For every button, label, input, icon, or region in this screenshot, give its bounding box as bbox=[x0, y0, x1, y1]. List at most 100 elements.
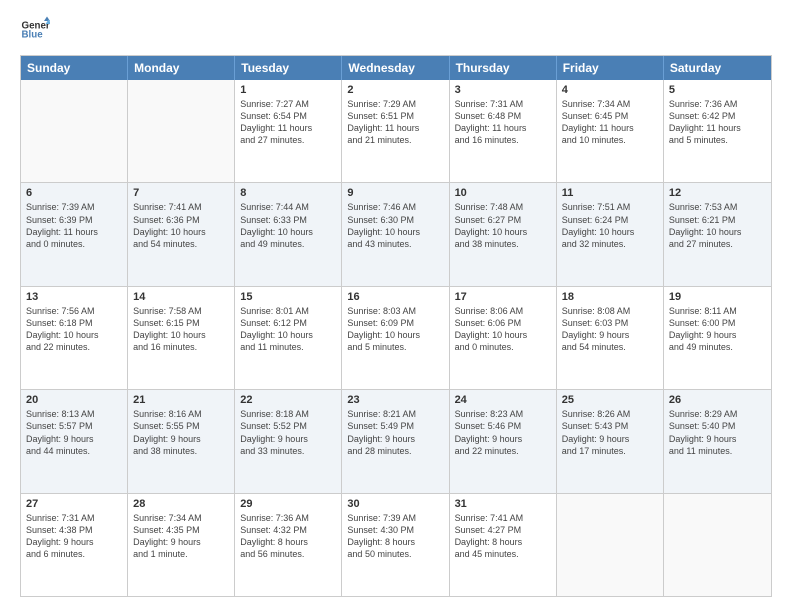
cell-line: Daylight: 10 hours bbox=[562, 226, 658, 238]
day-number: 28 bbox=[133, 498, 229, 510]
cell-line: Sunrise: 7:44 AM bbox=[240, 201, 336, 213]
day-number: 17 bbox=[455, 291, 551, 303]
calendar-cell: 29Sunrise: 7:36 AMSunset: 4:32 PMDayligh… bbox=[235, 494, 342, 596]
cell-line: Daylight: 9 hours bbox=[26, 536, 122, 548]
cell-line: Sunrise: 8:01 AM bbox=[240, 305, 336, 317]
cell-line: Sunrise: 7:39 AM bbox=[347, 512, 443, 524]
calendar-cell: 6Sunrise: 7:39 AMSunset: 6:39 PMDaylight… bbox=[21, 183, 128, 285]
cell-line: and 22 minutes. bbox=[26, 341, 122, 353]
day-number: 18 bbox=[562, 291, 658, 303]
logo-icon: General Blue bbox=[20, 15, 50, 45]
cell-line: Sunset: 6:39 PM bbox=[26, 214, 122, 226]
cell-line: Daylight: 9 hours bbox=[669, 433, 766, 445]
cell-line: Sunset: 6:48 PM bbox=[455, 110, 551, 122]
header-cell-saturday: Saturday bbox=[664, 56, 771, 80]
cell-line: and 5 minutes. bbox=[669, 134, 766, 146]
cell-line: Sunset: 4:30 PM bbox=[347, 524, 443, 536]
cell-line: and 1 minute. bbox=[133, 548, 229, 560]
cell-line: Sunrise: 8:03 AM bbox=[347, 305, 443, 317]
cell-line: Daylight: 9 hours bbox=[133, 536, 229, 548]
cell-line: Sunrise: 7:39 AM bbox=[26, 201, 122, 213]
cell-line: Sunrise: 7:34 AM bbox=[133, 512, 229, 524]
cell-line: Daylight: 9 hours bbox=[133, 433, 229, 445]
cell-line: and 11 minutes. bbox=[669, 445, 766, 457]
calendar-cell: 28Sunrise: 7:34 AMSunset: 4:35 PMDayligh… bbox=[128, 494, 235, 596]
cell-line: Sunset: 6:09 PM bbox=[347, 317, 443, 329]
calendar-cell: 25Sunrise: 8:26 AMSunset: 5:43 PMDayligh… bbox=[557, 390, 664, 492]
calendar-cell: 30Sunrise: 7:39 AMSunset: 4:30 PMDayligh… bbox=[342, 494, 449, 596]
cell-line: Daylight: 11 hours bbox=[562, 122, 658, 134]
calendar-cell: 3Sunrise: 7:31 AMSunset: 6:48 PMDaylight… bbox=[450, 80, 557, 182]
cell-line: Sunrise: 8:16 AM bbox=[133, 408, 229, 420]
calendar-cell: 12Sunrise: 7:53 AMSunset: 6:21 PMDayligh… bbox=[664, 183, 771, 285]
calendar-cell: 10Sunrise: 7:48 AMSunset: 6:27 PMDayligh… bbox=[450, 183, 557, 285]
cell-line: Sunset: 5:40 PM bbox=[669, 420, 766, 432]
cell-line: Sunrise: 7:36 AM bbox=[669, 98, 766, 110]
cell-line: Sunset: 6:18 PM bbox=[26, 317, 122, 329]
cell-line: Daylight: 9 hours bbox=[26, 433, 122, 445]
cell-line: and 49 minutes. bbox=[669, 341, 766, 353]
calendar-cell: 9Sunrise: 7:46 AMSunset: 6:30 PMDaylight… bbox=[342, 183, 449, 285]
day-number: 30 bbox=[347, 498, 443, 510]
day-number: 13 bbox=[26, 291, 122, 303]
day-number: 11 bbox=[562, 187, 658, 199]
cell-line: and 56 minutes. bbox=[240, 548, 336, 560]
day-number: 3 bbox=[455, 84, 551, 96]
calendar-cell: 27Sunrise: 7:31 AMSunset: 4:38 PMDayligh… bbox=[21, 494, 128, 596]
header-cell-wednesday: Wednesday bbox=[342, 56, 449, 80]
cell-line: Daylight: 8 hours bbox=[455, 536, 551, 548]
cell-line: Sunset: 5:57 PM bbox=[26, 420, 122, 432]
day-number: 25 bbox=[562, 394, 658, 406]
calendar-cell: 14Sunrise: 7:58 AMSunset: 6:15 PMDayligh… bbox=[128, 287, 235, 389]
cell-line: Sunrise: 8:29 AM bbox=[669, 408, 766, 420]
cell-line: and 44 minutes. bbox=[26, 445, 122, 457]
calendar-cell: 22Sunrise: 8:18 AMSunset: 5:52 PMDayligh… bbox=[235, 390, 342, 492]
cell-line: Daylight: 9 hours bbox=[669, 329, 766, 341]
cell-line: Sunset: 4:27 PM bbox=[455, 524, 551, 536]
calendar-cell: 20Sunrise: 8:13 AMSunset: 5:57 PMDayligh… bbox=[21, 390, 128, 492]
cell-line: Daylight: 10 hours bbox=[133, 329, 229, 341]
calendar-week-5: 27Sunrise: 7:31 AMSunset: 4:38 PMDayligh… bbox=[21, 493, 771, 596]
cell-line: Sunrise: 7:53 AM bbox=[669, 201, 766, 213]
day-number: 9 bbox=[347, 187, 443, 199]
day-number: 15 bbox=[240, 291, 336, 303]
header-cell-monday: Monday bbox=[128, 56, 235, 80]
cell-line: and 17 minutes. bbox=[562, 445, 658, 457]
cell-line: Sunrise: 8:08 AM bbox=[562, 305, 658, 317]
cell-line: Sunset: 5:52 PM bbox=[240, 420, 336, 432]
cell-line: Sunrise: 7:48 AM bbox=[455, 201, 551, 213]
cell-line: Daylight: 10 hours bbox=[347, 226, 443, 238]
day-number: 20 bbox=[26, 394, 122, 406]
cell-line: and 54 minutes. bbox=[562, 341, 658, 353]
cell-line: Daylight: 8 hours bbox=[240, 536, 336, 548]
calendar-cell: 4Sunrise: 7:34 AMSunset: 6:45 PMDaylight… bbox=[557, 80, 664, 182]
cell-line: and 54 minutes. bbox=[133, 238, 229, 250]
cell-line: Sunrise: 7:41 AM bbox=[133, 201, 229, 213]
day-number: 24 bbox=[455, 394, 551, 406]
cell-line: Daylight: 11 hours bbox=[26, 226, 122, 238]
cell-line: and 10 minutes. bbox=[562, 134, 658, 146]
cell-line: Sunrise: 7:56 AM bbox=[26, 305, 122, 317]
calendar-cell: 1Sunrise: 7:27 AMSunset: 6:54 PMDaylight… bbox=[235, 80, 342, 182]
cell-line: and 38 minutes. bbox=[133, 445, 229, 457]
cell-line: Daylight: 10 hours bbox=[26, 329, 122, 341]
calendar-cell: 11Sunrise: 7:51 AMSunset: 6:24 PMDayligh… bbox=[557, 183, 664, 285]
cell-line: and 11 minutes. bbox=[240, 341, 336, 353]
calendar-cell bbox=[128, 80, 235, 182]
calendar-cell: 7Sunrise: 7:41 AMSunset: 6:36 PMDaylight… bbox=[128, 183, 235, 285]
calendar-cell: 21Sunrise: 8:16 AMSunset: 5:55 PMDayligh… bbox=[128, 390, 235, 492]
cell-line: Daylight: 9 hours bbox=[562, 433, 658, 445]
cell-line: Sunset: 6:24 PM bbox=[562, 214, 658, 226]
calendar-cell: 2Sunrise: 7:29 AMSunset: 6:51 PMDaylight… bbox=[342, 80, 449, 182]
cell-line: and 21 minutes. bbox=[347, 134, 443, 146]
cell-line: and 49 minutes. bbox=[240, 238, 336, 250]
calendar-cell: 31Sunrise: 7:41 AMSunset: 4:27 PMDayligh… bbox=[450, 494, 557, 596]
cell-line: Sunrise: 7:58 AM bbox=[133, 305, 229, 317]
calendar-week-2: 6Sunrise: 7:39 AMSunset: 6:39 PMDaylight… bbox=[21, 182, 771, 285]
cell-line: Daylight: 10 hours bbox=[240, 329, 336, 341]
header-cell-tuesday: Tuesday bbox=[235, 56, 342, 80]
cell-line: and 45 minutes. bbox=[455, 548, 551, 560]
cell-line: and 0 minutes. bbox=[26, 238, 122, 250]
cell-line: and 38 minutes. bbox=[455, 238, 551, 250]
calendar-week-3: 13Sunrise: 7:56 AMSunset: 6:18 PMDayligh… bbox=[21, 286, 771, 389]
